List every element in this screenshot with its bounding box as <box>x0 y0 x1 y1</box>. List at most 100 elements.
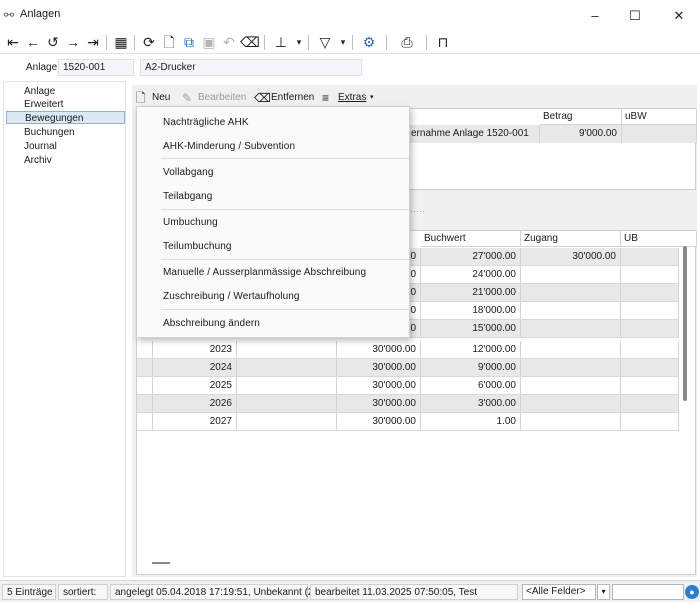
undo-icon[interactable]: ↶ <box>220 32 238 52</box>
menu-separator <box>161 309 409 310</box>
search-input[interactable] <box>612 584 684 600</box>
menu-item-vollabgang[interactable]: Vollabgang <box>163 164 214 182</box>
menu-item-zuschreibung[interactable]: Zuschreibung / Wertaufholung <box>163 288 300 306</box>
print-icon[interactable]: ⎙ <box>398 32 416 52</box>
row-buchwert: 15'000.00 <box>421 320 521 337</box>
sidebar-item-anlage[interactable]: Anlage <box>24 85 55 98</box>
column-header-zugang[interactable]: Zugang <box>521 231 621 247</box>
maximize-button[interactable]: ☐ <box>620 6 650 26</box>
row-buchwert: 27'000.00 <box>421 248 521 265</box>
forward-icon[interactable]: → <box>64 32 82 52</box>
pin-dropdown-icon[interactable]: ▾ <box>290 32 308 52</box>
row-col2 <box>237 395 337 412</box>
back-icon[interactable]: ← <box>24 32 42 52</box>
horizontal-scrollbar[interactable] <box>152 562 170 564</box>
new-doc-icon[interactable]: 🗋 <box>160 32 178 52</box>
first-icon[interactable]: ⇤ <box>4 32 22 52</box>
row-ub <box>621 341 679 358</box>
row-zugang <box>521 395 621 412</box>
extras-button[interactable]: Extras <box>338 90 366 106</box>
menu-item-ausserplanmaessige-abschreibung[interactable]: Manuelle / Ausserplanmässige Abschreibun… <box>163 264 366 282</box>
row-buchwert: 12'000.00 <box>421 341 521 358</box>
menu-item-teilabgang[interactable]: Teilabgang <box>163 188 212 206</box>
row-ub <box>621 359 679 376</box>
remove-icon[interactable]: ⌫ <box>254 90 271 106</box>
search-icon[interactable]: ● <box>685 585 699 599</box>
anlage-number-field[interactable]: 1520-001 <box>58 59 134 76</box>
filter-dropdown-icon[interactable]: ▾ <box>334 32 352 52</box>
sidebar-item-journal[interactable]: Journal <box>24 140 57 153</box>
settings-icon[interactable]: ⚙ <box>360 32 378 52</box>
table-row[interactable]: 2023 30'000.00 12'000.00 <box>137 341 679 359</box>
menu-item-teilumbuchung[interactable]: Teilumbuchung <box>163 238 232 256</box>
extras-dropdown-icon[interactable]: ▾ <box>370 90 374 106</box>
sidebar-item-archiv[interactable]: Archiv <box>24 154 52 167</box>
sidebar-item-buchungen[interactable]: Buchungen <box>24 126 75 139</box>
extras-menu: Nachträgliche AHK AHK-Minderung / Subven… <box>136 106 410 338</box>
row-zugang <box>521 266 621 283</box>
row-ub <box>621 395 679 412</box>
menu-item-ahk-minderung[interactable]: AHK-Minderung / Subvention <box>163 138 295 156</box>
table-row[interactable]: 2024 30'000.00 9'000.00 <box>137 359 679 377</box>
save-icon[interactable]: ▣ <box>200 32 218 52</box>
copy-icon[interactable]: ⧉ <box>180 32 198 52</box>
edit-icon[interactable]: ✎ <box>182 90 192 106</box>
table-row[interactable]: ernahme Anlage 1520-001 9'000.00 <box>407 125 697 143</box>
sidebar-item-erweitert[interactable]: Erweitert <box>24 98 63 111</box>
edit-button[interactable]: Bearbeiten <box>198 90 246 106</box>
row-ub <box>621 284 679 301</box>
title-bar: ⚯ Anlagen – ☐ ✕ <box>0 0 700 30</box>
row-marker <box>137 377 153 394</box>
row-marker <box>137 413 153 430</box>
row-zugang <box>521 359 621 376</box>
column-header-buchwert[interactable]: Buchwert <box>421 231 521 247</box>
menu-item-umbuchung[interactable]: Umbuchung <box>163 214 218 232</box>
filter-icon[interactable]: ▽ <box>316 32 334 52</box>
row-col2 <box>237 359 337 376</box>
chevron-down-icon[interactable]: ▾ <box>597 584 610 600</box>
row-ub <box>621 266 679 283</box>
column-header-ubw[interactable]: uBW <box>622 109 697 125</box>
last-icon[interactable]: ⇥ <box>84 32 102 52</box>
refresh-icon[interactable]: ⟳ <box>140 32 158 52</box>
menu-item-nachtraegliche-ahk[interactable]: Nachträgliche AHK <box>163 114 249 132</box>
delete-icon[interactable]: ⌫ <box>240 32 260 52</box>
row-col3: 30'000.00 <box>337 413 421 430</box>
menu-item-abschreibung-aendern[interactable]: Abschreibung ändern <box>163 315 260 333</box>
column-header-betrag[interactable]: Betrag <box>540 109 622 125</box>
table-row[interactable]: 2025 30'000.00 6'000.00 <box>137 377 679 395</box>
table-row[interactable]: 2026 30'000.00 3'000.00 <box>137 395 679 413</box>
sidebar-item-bewegungen[interactable]: Bewegungen <box>6 111 125 124</box>
toolbar-separator <box>134 35 135 50</box>
main-toolbar: ⇤ ← ↺ → ⇥ ▦ ⟳ 🗋 ⧉ ▣ ↶ ⌫ ⊥ ▾ ▽ ▾ ⚙ ⎙ ⊓ <box>0 30 700 54</box>
anlage-name-field[interactable]: A2-Drucker <box>140 59 362 76</box>
field-select[interactable]: <Alle Felder> <box>522 584 596 600</box>
row-col3: 30'000.00 <box>337 377 421 394</box>
remove-button[interactable]: Entfernen <box>271 90 314 106</box>
window-title: Anlagen <box>20 8 61 20</box>
new-button[interactable]: Neu <box>152 90 170 106</box>
history-icon[interactable]: ↺ <box>44 32 62 52</box>
row-zugang: 30'000.00 <box>521 248 621 265</box>
row-col3: 30'000.00 <box>337 359 421 376</box>
row-buchwert: 3'000.00 <box>421 395 521 412</box>
row-marker <box>137 359 153 376</box>
row-marker <box>137 341 153 358</box>
table-icon[interactable]: ▦ <box>112 32 130 52</box>
splitter-handle[interactable]: ····· <box>410 206 425 216</box>
minimize-button[interactable]: – <box>580 6 610 26</box>
close-button[interactable]: ✕ <box>664 6 694 26</box>
row-buchwert: 21'000.00 <box>421 284 521 301</box>
table-row[interactable]: 2027 30'000.00 1.00 <box>137 413 679 431</box>
toolbar-separator <box>106 35 107 50</box>
layout-icon[interactable]: ⊓ <box>434 32 452 52</box>
toolbar-separator <box>426 35 427 50</box>
row-text: ernahme Anlage 1520-001 <box>407 125 540 143</box>
pin-icon[interactable]: ⊥ <box>272 32 290 52</box>
toolbar-separator <box>308 35 309 50</box>
extras-menu-icon[interactable]: ≡ <box>322 90 329 106</box>
vertical-scrollbar[interactable] <box>683 246 687 401</box>
column-header-ub[interactable]: UB <box>621 231 697 247</box>
new-icon[interactable]: 🗋 <box>136 90 146 106</box>
row-year: 2024 <box>153 359 237 376</box>
